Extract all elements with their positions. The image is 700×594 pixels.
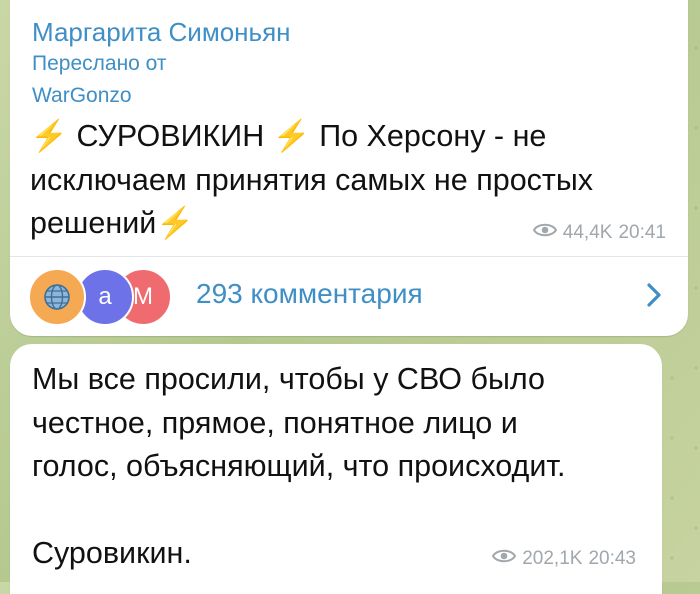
message-text-line: Мы все просили, чтобы у СВО было xyxy=(32,362,545,396)
forwarded-label: Переслано от xyxy=(32,52,167,75)
lightning-icon: ⚡ xyxy=(272,119,311,153)
divider xyxy=(10,256,688,257)
forwarded-source[interactable]: WarGonzo xyxy=(32,84,132,108)
message-time: 20:43 xyxy=(588,548,636,569)
message-text-segment: решений xyxy=(30,206,157,240)
chevron-right-icon[interactable] xyxy=(646,282,662,313)
message-text-segment: СУРОВИКИН xyxy=(76,119,265,153)
message-text: Мы все просили, чтобы у СВО было честное… xyxy=(32,358,565,576)
message-bubble-forwarded[interactable]: Маргарита Симоньян Переслано от WarGonzo… xyxy=(10,0,688,336)
message-bubble[interactable]: Мы все просили, чтобы у СВО было честное… xyxy=(10,344,662,594)
eye-icon xyxy=(532,222,557,244)
comments-link[interactable]: 293 комментария xyxy=(196,278,423,310)
message-meta: 44,4K 20:41 xyxy=(532,222,666,244)
message-text-line: исключаем принятия самых не простых xyxy=(30,162,594,197)
globe-icon xyxy=(44,284,70,310)
message-text: ⚡ СУРОВИКИН ⚡ По Херсону - не исключаем … xyxy=(30,115,593,246)
message-meta: 202,1K 20:43 xyxy=(492,548,636,570)
message-text-line: Суровикин. xyxy=(32,536,192,570)
message-text-line: голос, объясняющий, что происходит. xyxy=(32,449,566,483)
eye-icon xyxy=(492,548,517,570)
message-text-line: честное, прямое, понятное лицо и xyxy=(32,405,518,440)
message-time: 20:41 xyxy=(618,222,666,243)
lightning-icon: ⚡ xyxy=(156,206,195,240)
lightning-icon: ⚡ xyxy=(30,119,68,153)
message-text-segment: По Херсону - не xyxy=(319,119,547,153)
empty-line xyxy=(32,489,565,533)
views-count: 44,4K xyxy=(562,222,613,243)
avatar-letter: а xyxy=(98,283,112,310)
globe-avatar xyxy=(28,268,86,326)
views-count: 202,1K xyxy=(522,548,583,569)
avatar-letter: М xyxy=(133,283,153,310)
sender-name[interactable]: Маргарита Симоньян xyxy=(32,17,291,48)
